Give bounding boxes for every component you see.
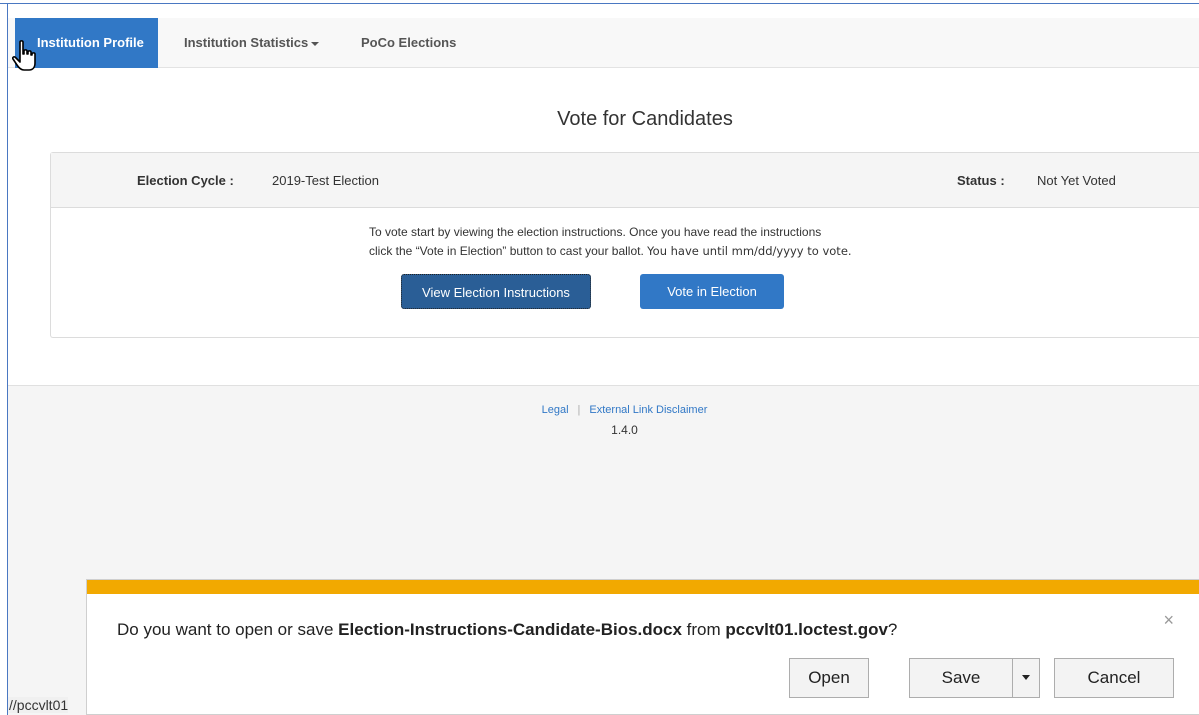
voting-instructions-text: To vote start by viewing the election in… xyxy=(369,223,852,261)
view-election-instructions-button[interactable]: View Election Instructions xyxy=(401,274,591,309)
status-bar-url: //pccvlt01 xyxy=(8,697,69,713)
instructions-line-1: To vote start by viewing the election in… xyxy=(369,225,822,239)
status-label: Status : xyxy=(957,173,1005,188)
nav-institution-profile-label: Institution Profile xyxy=(37,35,144,50)
open-button[interactable]: Open xyxy=(789,658,869,698)
status-value: Not Yet Voted xyxy=(1037,173,1116,188)
election-panel: Election Cycle : 2019-Test Election Stat… xyxy=(50,152,1199,338)
cancel-button[interactable]: Cancel xyxy=(1054,658,1174,698)
nav-poco-elections[interactable]: PoCo Elections xyxy=(361,18,456,68)
dropdown-arrow-icon xyxy=(1022,674,1030,680)
save-button[interactable]: Save xyxy=(909,658,1013,698)
legal-link[interactable]: Legal xyxy=(542,404,569,416)
window-border-top xyxy=(0,3,1199,4)
instructions-line-2a: click the “Vote in Election” button to c… xyxy=(369,244,644,258)
caret-down-icon xyxy=(311,41,320,46)
vote-in-election-button[interactable]: Vote in Election xyxy=(640,274,784,309)
external-link-disclaimer-link[interactable]: External Link Disclaimer xyxy=(589,404,707,416)
nav-poco-elections-label: PoCo Elections xyxy=(361,35,457,50)
download-message: Do you want to open or save Election-Ins… xyxy=(117,620,897,640)
save-options-button[interactable] xyxy=(1012,658,1040,698)
instructions-line-2: click the “Vote in Election” button to c… xyxy=(369,242,852,261)
footer-separator: | xyxy=(577,404,581,416)
election-cycle-label: Election Cycle : xyxy=(137,173,234,188)
download-bar-accent xyxy=(87,580,1199,594)
download-host: pccvlt01.loctest.gov xyxy=(725,620,888,639)
page-title: Vote for Candidates xyxy=(557,108,733,130)
top-navbar: Institution Profile Institution Statisti… xyxy=(8,18,1199,68)
close-icon[interactable]: × xyxy=(1163,610,1174,631)
election-panel-header: Election Cycle : 2019-Test Election Stat… xyxy=(51,153,1199,208)
download-message-prefix: Do you want to open or save xyxy=(117,620,339,639)
download-notification-bar: × Do you want to open or save Election-I… xyxy=(86,579,1199,715)
hand-pointer-cursor-icon xyxy=(12,40,36,71)
nav-institution-statistics[interactable]: Institution Statistics xyxy=(184,18,320,68)
election-cycle-value: 2019-Test Election xyxy=(272,173,379,188)
download-message-middle: from xyxy=(681,620,726,639)
app-version: 1.4.0 xyxy=(611,423,638,437)
download-filename: Election-Instructions-Candidate-Bios.doc… xyxy=(338,620,682,639)
footer-links: Legal | External Link Disclaimer xyxy=(8,404,1199,416)
download-message-suffix: ? xyxy=(887,620,898,639)
nav-institution-statistics-label: Institution Statistics xyxy=(184,35,309,50)
instructions-deadline: You have until mm/dd/yyyy to vote. xyxy=(647,244,852,258)
